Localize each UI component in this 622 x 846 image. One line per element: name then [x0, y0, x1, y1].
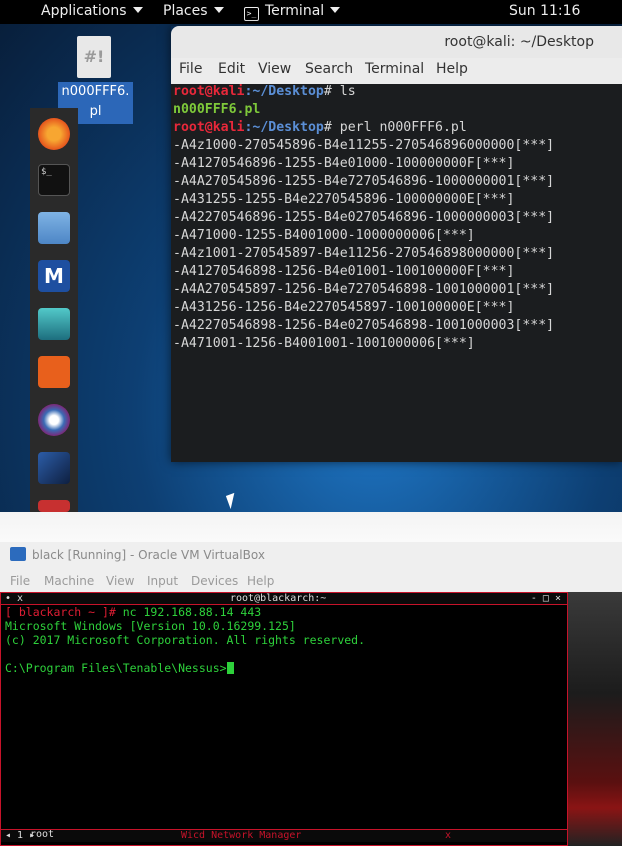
- output-line: -A4A270545897-1256-B4e7270546898-1001000…: [173, 282, 555, 297]
- menu-file[interactable]: File: [179, 61, 202, 77]
- chevron-down-icon: [330, 7, 341, 13]
- prompt-user: root@kali: [173, 84, 245, 99]
- output-line: -A431255-1255-B4e2270545896-100000000E[*…: [173, 192, 515, 207]
- virtualbox-icon: [10, 547, 26, 561]
- screen-divider: [0, 512, 622, 542]
- firefox-icon[interactable]: [38, 118, 70, 150]
- vbox-menu-help[interactable]: Help: [247, 574, 274, 588]
- places-menu[interactable]: Places: [163, 3, 224, 19]
- window-controls-right[interactable]: - □ ×: [531, 593, 561, 604]
- prompt-symbol: #: [323, 84, 340, 99]
- dock: $_ M: [30, 108, 78, 512]
- output-line: -A42270546896-1255-B4e0270546896-1000000…: [173, 210, 555, 225]
- prompt-line: root@kali:~/Desktop# ls: [173, 84, 356, 101]
- terminal-output[interactable]: root@kali:~/Desktop# ls n000FFF6.pl root…: [171, 84, 622, 462]
- prompt-path: :~/Desktop: [244, 84, 324, 99]
- vbox-title: black [Running] - Oracle VM VirtualBox: [32, 548, 265, 562]
- menu-search[interactable]: Search: [305, 61, 353, 77]
- top-panel: Applications Places >_ Terminal Sun 11:16: [0, 0, 622, 24]
- terminal-icon: >_: [244, 7, 259, 21]
- text-cursor: [226, 662, 234, 674]
- command-perl: perl n000FFF6.pl: [339, 120, 467, 135]
- output-line: -A4z1001-270545897-B4e11256-270546898000…: [173, 246, 555, 261]
- prompt-user: root@kali: [173, 120, 245, 135]
- applications-menu[interactable]: Applications: [41, 3, 143, 19]
- terminal-titlebar[interactable]: root@kali: ~/Desktop: [171, 26, 622, 58]
- clock[interactable]: Sun 11:16: [509, 3, 580, 19]
- beef-icon[interactable]: [38, 452, 70, 484]
- copyright-line: (c) 2017 Microsoft Corporation. All righ…: [5, 633, 366, 647]
- vbox-menu-machine[interactable]: Machine: [44, 574, 94, 588]
- blackarch-title: root@blackarch:~: [230, 593, 327, 604]
- nc-command: nc 192.168.88.14 443: [122, 605, 262, 619]
- kali-terminal-window: root@kali: ~/Desktop File Edit View Sear…: [171, 26, 622, 462]
- terminal-app-menu[interactable]: >_ Terminal: [244, 3, 341, 21]
- prompt-line: root@kali:~/Desktop# perl n000FFF6.pl: [173, 119, 467, 137]
- output-line: -A4A270545896-1255-B4e7270546896-1000000…: [173, 174, 555, 189]
- blackarch-desktop-background: [568, 592, 622, 846]
- close-icon[interactable]: x: [445, 830, 451, 842]
- chevron-down-icon: [132, 7, 143, 13]
- blackarch-terminal[interactable]: • x root@blackarch:~ - □ × [ blackarch ~…: [0, 592, 568, 846]
- maltego-icon[interactable]: [38, 404, 70, 436]
- vbox-menubar: File Machine View Input Devices Help: [0, 570, 622, 592]
- output-line: -A471000-1255-B4001000-1000000006[***]: [173, 228, 475, 243]
- menu-terminal[interactable]: Terminal: [365, 61, 424, 77]
- script-file-icon: #!: [77, 36, 111, 78]
- metasploit-icon[interactable]: M: [38, 260, 70, 292]
- prompt-host: blackarch: [18, 605, 82, 619]
- vbox-menu-devices[interactable]: Devices: [191, 574, 238, 588]
- cmd-prompt: C:\Program Files\Tenable\Nessus>: [5, 661, 227, 675]
- virtualbox-window: black [Running] - Oracle VM VirtualBox F…: [0, 542, 622, 846]
- armitage-icon[interactable]: [38, 308, 70, 340]
- blackarch-titlebar[interactable]: • x root@blackarch:~ - □ ×: [1, 593, 567, 605]
- output-line: -A41270546898-1256-B4e01001-100100000F[*…: [173, 264, 515, 279]
- terminal-menubar: File Edit View Search Terminal Help: [171, 58, 622, 85]
- vbox-titlebar[interactable]: black [Running] - Oracle VM VirtualBox: [0, 542, 622, 568]
- chevron-down-icon: [213, 7, 224, 13]
- vbox-menu-input[interactable]: Input: [147, 574, 178, 588]
- blackarch-prompt-line: [ blackarch ~ ]# nc 192.168.88.14 443: [5, 605, 261, 619]
- output-line: -A42270546898-1256-B4e0270546898-1001000…: [173, 318, 555, 333]
- kali-desktop: Applications Places >_ Terminal Sun 11:16…: [0, 0, 622, 512]
- terminal-icon[interactable]: $_: [38, 164, 70, 196]
- burpsuite-icon[interactable]: [38, 356, 70, 388]
- window-title: root@kali: ~/Desktop: [444, 34, 594, 50]
- menu-edit[interactable]: Edit: [218, 61, 245, 77]
- menu-view[interactable]: View: [258, 61, 291, 77]
- places-label: Places: [163, 3, 208, 19]
- windows-version-line: Microsoft Windows [Version 10.0.16299.12…: [5, 619, 296, 633]
- files-icon[interactable]: [38, 212, 70, 244]
- wicd-label[interactable]: Wicd Network Manager: [181, 830, 301, 842]
- side-label: root: [30, 829, 55, 840]
- output-line: -A4z1000-270545896-B4e11255-270546896000…: [173, 138, 555, 153]
- window-controls-left[interactable]: • x: [5, 593, 23, 604]
- applications-label: Applications: [41, 3, 127, 19]
- terminal-app-label: Terminal: [265, 3, 325, 19]
- mouse-pointer-icon: [225, 492, 240, 510]
- command-ls: ls: [339, 84, 356, 99]
- output-line: -A41270546896-1255-B4e01000-100000000F[*…: [173, 156, 515, 171]
- prompt-path: :~/Desktop: [244, 120, 324, 135]
- prompt-bracket: [: [5, 605, 19, 619]
- prompt-symbol: #: [323, 120, 340, 135]
- vbox-menu-file[interactable]: File: [10, 574, 30, 588]
- menu-help[interactable]: Help: [436, 61, 468, 77]
- app-icon[interactable]: [38, 500, 70, 512]
- output-line: -A471001-1256-B4001001-1001000006[***]: [173, 336, 475, 351]
- blackarch-statusbar: ◂ 1 ▸ Wicd Network Manager x: [1, 829, 567, 842]
- ls-output: n000FFF6.pl: [173, 102, 261, 117]
- cmd-prompt-line: C:\Program Files\Tenable\Nessus>: [5, 661, 234, 675]
- vbox-menu-view[interactable]: View: [106, 574, 134, 588]
- output-line: -A431256-1256-B4e2270545897-100100000E[*…: [173, 300, 515, 315]
- prompt-rest: ~ ]#: [81, 605, 123, 619]
